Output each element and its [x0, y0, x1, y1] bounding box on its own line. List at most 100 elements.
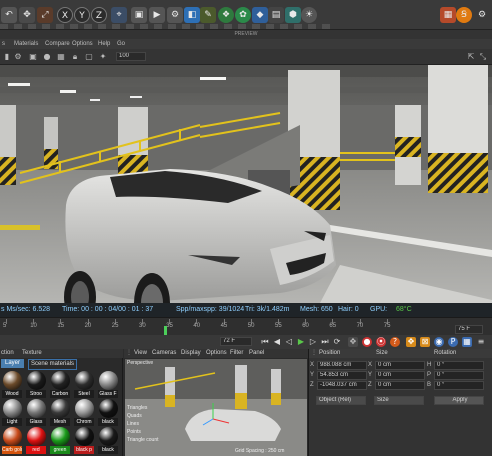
environment-icon[interactable]: ◆ — [252, 7, 268, 23]
timeline[interactable]: 5 10 15 20 25 30 35 40 45 50 55 60 65 70 75 75 F — [0, 317, 492, 335]
key-position-icon[interactable]: ✥ — [406, 337, 416, 347]
coord-mode-dropdown[interactable]: Object (Rel) — [316, 396, 366, 405]
material-swatch[interactable] — [51, 399, 70, 418]
key-scale-icon[interactable]: ◉ — [434, 337, 444, 347]
vp-menu-display[interactable]: Display — [181, 349, 201, 358]
filter-layer[interactable]: Layer — [1, 359, 25, 368]
material-swatch[interactable] — [99, 427, 118, 446]
lock-icon[interactable]: 🔒︎ — [70, 52, 80, 62]
vp-menu-cameras[interactable]: Cameras — [152, 349, 176, 358]
gear-icon[interactable]: ⚙ — [13, 52, 23, 62]
pen-icon[interactable]: ✎ — [200, 7, 216, 23]
tab-texture[interactable]: Texture — [22, 349, 42, 358]
cube-icon[interactable]: ▣ — [28, 52, 38, 62]
material-swatch[interactable] — [27, 371, 46, 390]
material-swatch[interactable] — [27, 399, 46, 418]
material-swatch[interactable] — [75, 427, 94, 446]
material-swatch[interactable] — [75, 399, 94, 418]
z-axis-icon[interactable]: Z — [91, 7, 107, 23]
end-frame-field[interactable]: 75 F — [455, 325, 483, 334]
menu-item-options[interactable]: Options — [72, 39, 93, 49]
play-reverse-icon[interactable]: ◁ — [284, 337, 294, 347]
apply-button[interactable]: Apply — [434, 396, 484, 405]
next-frame-icon[interactable]: ▷ — [308, 337, 318, 347]
prev-frame-icon[interactable]: ◀ — [272, 337, 282, 347]
bulb-icon[interactable]: ☀ — [301, 7, 317, 23]
size-field[interactable]: 0 cm — [375, 381, 425, 390]
lock-icon[interactable]: ▮ — [2, 52, 12, 62]
vp-menu-panel[interactable]: Panel — [249, 349, 264, 358]
move-icon[interactable]: ✥ — [19, 7, 35, 23]
rotation-field[interactable]: 0 ° — [434, 381, 484, 390]
size-field[interactable]: 0 cm — [375, 361, 425, 370]
key-param-icon[interactable]: P — [448, 337, 458, 347]
menu-item-materials[interactable]: Materials — [14, 39, 38, 49]
pick-icon[interactable]: ✦ — [98, 52, 108, 62]
rotation-field[interactable]: 0 ° — [434, 361, 484, 370]
settings-icon[interactable]: ⚙ — [474, 7, 490, 23]
position-field[interactable]: 54.853 cm — [317, 371, 367, 380]
position-field[interactable]: -1048.037 cm — [317, 381, 367, 390]
sphere-icon[interactable]: ● — [42, 52, 52, 62]
light-icon[interactable]: ⬢ — [285, 7, 301, 23]
key-rotation-icon[interactable]: ⊠ — [420, 337, 430, 347]
render-viewport[interactable] — [0, 65, 492, 303]
key-pla-icon[interactable]: ▦ — [462, 337, 472, 347]
size-field[interactable]: 0 cm — [375, 371, 425, 380]
world-icon[interactable]: ⌖ — [111, 7, 127, 23]
render-settings-icon[interactable]: ⚙ — [167, 7, 183, 23]
go-to-start-icon[interactable]: ⏮ — [260, 337, 270, 347]
deformer-icon[interactable]: ✿ — [235, 7, 251, 23]
menu-icon[interactable]: ≡ — [476, 337, 486, 347]
timeline-tick-label: 30 — [139, 323, 146, 329]
menu-item-go[interactable]: Go — [117, 39, 125, 49]
camera-icon[interactable]: ▤ — [268, 7, 284, 23]
zoom-dropdown[interactable]: 100 — [116, 52, 146, 61]
y-axis-icon[interactable]: Y — [74, 7, 90, 23]
playhead[interactable] — [164, 326, 167, 335]
material-swatch[interactable] — [3, 371, 22, 390]
undo-icon[interactable]: ↶ — [1, 7, 17, 23]
region-icon[interactable]: ▢ — [84, 52, 94, 62]
position-field[interactable]: 988.088 cm — [317, 361, 367, 370]
material-swatch[interactable] — [99, 371, 118, 390]
keyframe-icon[interactable]: ? — [390, 337, 400, 347]
vp-menu-view[interactable]: View — [134, 349, 147, 358]
expand-icon[interactable]: ⇱ — [466, 52, 476, 62]
vp-menu-filter[interactable]: Filter — [230, 349, 243, 358]
vp-menu-options[interactable]: Options — [206, 349, 227, 358]
render-view-icon[interactable]: ▣ — [131, 7, 147, 23]
perspective-view[interactable]: Perspective Triangles Quads Lines Points… — [125, 359, 307, 456]
render-icon[interactable]: ▶ — [149, 7, 165, 23]
image-icon[interactable]: ▦ — [56, 52, 66, 62]
menu-item-help[interactable]: Help — [98, 39, 110, 49]
cube-icon[interactable]: ◧ — [184, 7, 200, 23]
material-swatch[interactable] — [3, 427, 22, 446]
tab-function[interactable]: ction — [1, 349, 14, 358]
play-icon[interactable]: ▶ — [296, 337, 306, 347]
close-icon[interactable]: ⤡ — [478, 52, 488, 62]
scale-icon[interactable]: ⤢ — [37, 7, 53, 23]
menu-item-s[interactable]: s — [2, 39, 5, 49]
size-mode-dropdown[interactable]: Size — [374, 396, 424, 405]
material-swatch[interactable] — [3, 399, 22, 418]
material-swatch[interactable] — [75, 371, 94, 390]
material-swatch[interactable] — [99, 399, 118, 418]
go-to-end-icon[interactable]: ⏭ — [320, 337, 330, 347]
generator-icon[interactable]: ❖ — [218, 7, 234, 23]
loop-icon[interactable]: ⟳ — [332, 337, 342, 347]
x-axis-icon[interactable]: X — [57, 7, 73, 23]
rotation-field[interactable]: 0 ° — [434, 371, 484, 380]
material-swatch[interactable] — [27, 427, 46, 446]
material-swatch[interactable] — [51, 371, 70, 390]
record-icon[interactable]: ● — [362, 337, 372, 347]
menu-item-compare[interactable]: Compare — [45, 39, 70, 49]
material-icon[interactable]: Ꞩ — [456, 7, 472, 23]
autokey-icon[interactable]: ⦿ — [376, 337, 386, 347]
filter-scene-materials[interactable]: Scene materials — [28, 359, 78, 370]
current-frame-field[interactable]: 72 F — [220, 337, 252, 346]
size-axis-label: X — [368, 362, 373, 368]
render-preview-icon[interactable]: ▦ — [440, 7, 456, 23]
motion-icon[interactable]: ✥ — [348, 337, 358, 347]
material-swatch[interactable] — [51, 427, 70, 446]
